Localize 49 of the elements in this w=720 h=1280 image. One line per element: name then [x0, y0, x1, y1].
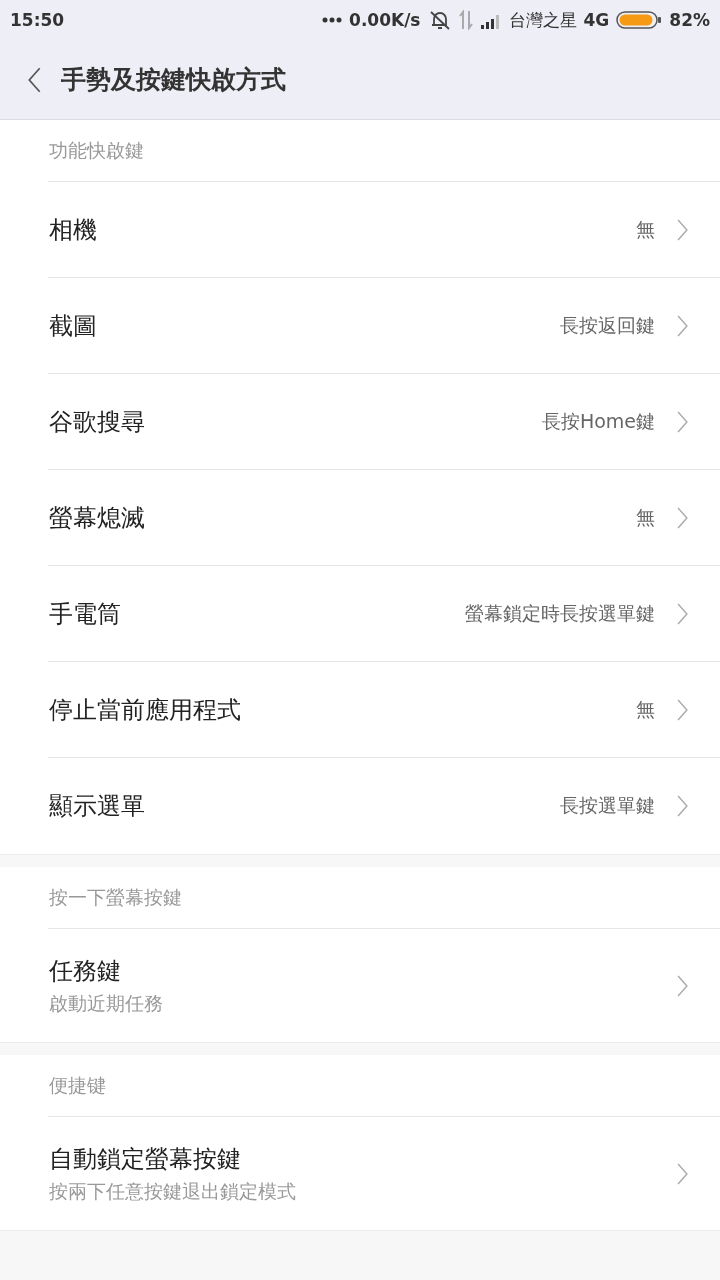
page-title: 手勢及按鍵快啟方式	[61, 64, 286, 96]
settings-row[interactable]: 停止當前應用程式 無	[48, 662, 720, 758]
row-description: 啟動近期任務	[49, 990, 164, 1016]
row-label: 顯示選單	[49, 791, 146, 822]
network-speed: 0.00K/s	[349, 10, 421, 30]
carrier-name: 台灣之星	[508, 8, 577, 32]
chevron-right-icon	[677, 218, 688, 241]
row-value: 螢幕鎖定時長按選單鍵	[465, 600, 655, 626]
row-label: 停止當前應用程式	[49, 694, 242, 726]
row-label: 截圖	[49, 310, 98, 342]
battery-icon	[616, 10, 663, 30]
clock: 15:50	[10, 10, 65, 30]
section-title: 功能快啟鍵	[49, 137, 144, 163]
section-title: 按一下螢幕按鍵	[49, 884, 182, 910]
chevron-right-icon	[677, 314, 688, 337]
chevron-right-icon	[677, 410, 688, 433]
row-value: 長按Home鍵	[541, 408, 655, 434]
row-label: 任務鍵	[49, 955, 122, 987]
row-label: 螢幕熄滅	[49, 502, 146, 534]
chevron-right-icon	[677, 698, 688, 721]
settings-row[interactable]: 顯示選單 長按選單鍵	[48, 758, 720, 854]
network-type: 4G	[583, 10, 610, 30]
section-title: 便捷键	[49, 1072, 106, 1098]
settings-row[interactable]: 相機 無	[48, 182, 720, 278]
settings-row[interactable]: 手電筒 螢幕鎖定時長按選單鍵	[48, 566, 720, 662]
row-value: 長按選單鍵	[560, 793, 655, 818]
row-value: 無	[636, 216, 655, 242]
row-label: 自動鎖定螢幕按鍵	[49, 1143, 242, 1175]
settings-row[interactable]: 螢幕熄滅 無	[48, 470, 720, 566]
row-value: 無	[636, 504, 655, 530]
settings-row[interactable]: 谷歌搜尋 長按Home鍵	[48, 374, 720, 470]
settings-row[interactable]: 截圖 長按返回鍵	[48, 278, 720, 374]
row-value: 長按返回鍵	[560, 312, 655, 338]
row-description: 按兩下任意按鍵退出鎖定模式	[49, 1178, 297, 1204]
row-label: 手電筒	[49, 598, 122, 630]
back-icon	[28, 66, 41, 93]
chevron-right-icon	[677, 602, 688, 625]
row-label: 谷歌搜尋	[49, 406, 146, 438]
row-label: 相機	[49, 214, 98, 246]
settings-row[interactable]: 自動鎖定螢幕按鍵 按兩下任意按鍵退出鎖定模式	[48, 1117, 720, 1230]
data-arrows-icon	[458, 10, 473, 30]
chevron-right-icon	[677, 506, 688, 529]
row-value: 無	[636, 696, 655, 722]
settings-row[interactable]: 任務鍵 啟動近期任務	[48, 929, 720, 1042]
more-icon	[322, 17, 343, 23]
chevron-right-icon	[677, 1162, 688, 1185]
chevron-right-icon	[677, 974, 688, 997]
battery-percent: 82%	[669, 10, 710, 30]
chevron-right-icon	[677, 795, 688, 817]
